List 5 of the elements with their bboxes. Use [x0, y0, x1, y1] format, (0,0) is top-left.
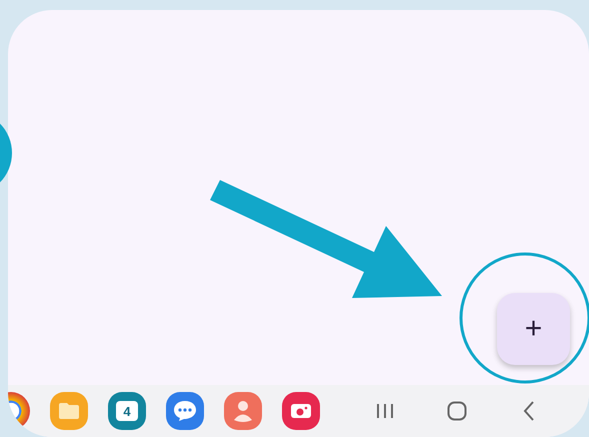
person-app-icon[interactable] — [224, 392, 262, 430]
chat-bubble-app-icon[interactable] — [166, 392, 204, 430]
add-button[interactable]: + — [497, 293, 570, 365]
calendar-app-icon[interactable]: 4 — [108, 392, 146, 430]
camera-app-icon[interactable] — [282, 392, 320, 430]
